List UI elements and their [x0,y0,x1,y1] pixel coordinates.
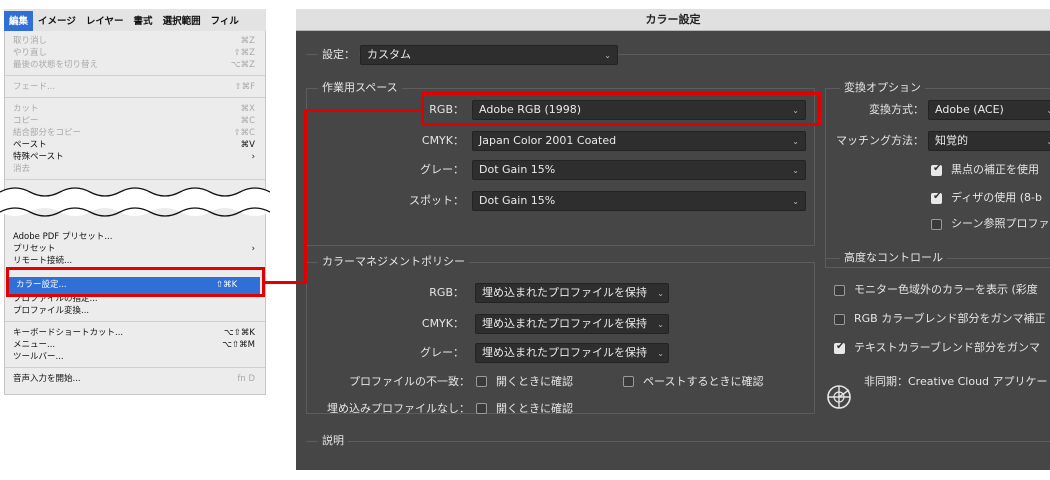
ws-cmyk-dropdown[interactable]: Japan Color 2001 Coated ⌄ [472,131,806,151]
menu-item-toggle-last-state[interactable]: 最後の状態を切り替え ⌥⌘Z [13,59,255,71]
app-menubar: 編集 イメージ レイヤー 書式 選択範囲 フィル [4,9,266,31]
dither-label: ディザの使用 (8-b [951,191,1042,204]
scene-referred-checkbox[interactable] [931,219,942,230]
blend-text-gamma-checkbox[interactable] [834,341,845,354]
missing-open-checkbox[interactable] [476,403,487,414]
menu-image[interactable]: イメージ [33,11,81,31]
description-title: 説明 [318,434,348,448]
callout-connector-horizontal-2 [304,109,424,112]
menu-layer[interactable]: レイヤー [81,11,129,31]
blend-rgb-gamma-checkbox[interactable] [834,314,845,325]
dialog-title: カラー設定 [645,13,701,26]
blend-rgb-gamma-label: RGB カラーブレンド部分をガンマ補正 [854,312,1046,325]
settings-dropdown[interactable]: カスタム ⌄ [360,45,618,65]
menu-item-adobe-pdf-presets[interactable]: Adobe PDF プリセット... [13,231,255,243]
callout-connector-horizontal-1 [265,281,307,284]
engine-label: 変換方式： [869,103,924,116]
settings-label: 設定： [318,45,359,65]
menu-item-paste[interactable]: ペースト ⌘V [13,139,255,151]
policy-rgb-label: RGB： [429,286,464,299]
ws-gray-dropdown[interactable]: Dot Gain 15% ⌄ [472,160,806,180]
scene-referred-label: シーン参照プロファ [951,217,1050,230]
menu-edit[interactable]: 編集 [4,11,34,31]
chevron-down-icon: ⌄ [657,349,664,358]
menu-filter[interactable]: フィル [206,11,244,31]
mismatch-open-label: 開くときに確認 [496,375,573,388]
advanced-controls-title: 高度なコントロール [840,251,947,265]
policy-rgb-dropdown[interactable]: 埋め込まれたプロファイルを保持 ⌄ [475,283,669,303]
menu-item-convert-profile[interactable]: プロファイル変換... [13,305,255,317]
menu-item-presets[interactable]: プリセット › [13,243,255,255]
policies-title: カラーマネジメントポリシー [318,255,469,269]
menu-item-toolbar[interactable]: ツールバー... [13,351,255,363]
chevron-down-icon: ⌄ [1046,101,1050,119]
menu-item-copy[interactable]: コピー ⌘C [13,115,255,127]
chevron-down-icon: ⌄ [604,51,611,60]
menu-separator [5,321,265,322]
sync-status-text: 非同期：Creative Cloud アプリケー [864,375,1048,388]
mismatch-paste-checkbox[interactable] [623,376,634,387]
menu-item-cut[interactable]: カット ⌘X [13,103,255,115]
callout-rgb-working-space [421,92,821,126]
chevron-down-icon: ⌄ [657,320,664,329]
dither-checkbox[interactable] [931,191,942,204]
intent-label: マッチング方法： [836,134,924,147]
sync-status-icon [827,385,851,409]
missing-open-label: 開くときに確認 [496,402,573,415]
mismatch-paste-label: ペーストするときに確認 [643,375,764,388]
ws-cmyk-label: CMYK： [421,134,464,147]
blend-text-gamma-label: テキストカラーブレンド部分をガンマ [854,341,1041,354]
desaturate-monitor-label: モニター色域外のカラーを表示 (彩度 [854,283,1038,296]
menu-separator [5,75,265,76]
menu-item-start-dictation[interactable]: 音声入力を開始... fn D [13,373,255,385]
chevron-down-icon: ⌄ [792,137,799,146]
policy-cmyk-label: CMYK： [421,317,464,330]
policy-gray-dropdown[interactable]: 埋め込まれたプロファイルを保持 ⌄ [475,343,669,363]
mismatch-label: プロファイルの不一致： [349,375,470,388]
engine-dropdown[interactable]: Adobe (ACE)⌄ [928,100,1050,120]
menu-separator [5,367,265,368]
chevron-down-icon: ⌄ [792,197,799,206]
menu-item-redo[interactable]: やり直し ⇧⌘Z [13,47,255,59]
ws-spot-dropdown[interactable]: Dot Gain 15% ⌄ [472,191,806,211]
callout-connector-vertical [304,109,307,284]
menu-separator [5,179,265,180]
menu-item-menus[interactable]: メニュー... ⌥⇧⌘M [13,339,255,351]
black-point-checkbox[interactable] [931,163,942,176]
working-spaces-title: 作業用スペース [318,81,402,95]
callout-menu-color-settings [6,267,265,297]
policy-gray-label: グレー： [420,346,464,359]
chevron-down-icon: ⌄ [657,289,664,298]
menu-tear-edge [0,187,270,217]
menu-type[interactable]: 書式 [129,11,158,31]
menu-separator [5,97,265,98]
menu-item-undo[interactable]: 取り消し ⌘Z [13,35,255,47]
chevron-down-icon: ⌄ [1046,132,1050,150]
description-rule [306,441,1050,442]
menu-item-clear[interactable]: 消去 [13,163,255,175]
menu-item-copy-merged[interactable]: 結合部分をコピー ⇧⌘C [13,127,255,139]
policy-cmyk-dropdown[interactable]: 埋め込まれたプロファイルを保持 ⌄ [475,314,669,334]
ws-spot-label: スポット： [409,194,464,207]
ws-gray-label: グレー： [420,163,464,176]
menu-item-paste-special[interactable]: 特殊ペースト › [13,151,255,163]
conversion-options-title: 変換オプション [840,81,925,95]
missing-profile-label: 埋め込みプロファイルなし： [327,402,470,415]
menu-item-keyboard-shortcuts[interactable]: キーボードショートカット... ⌥⇧⌘K [13,327,255,339]
menu-select[interactable]: 選択範囲 [158,11,206,31]
mismatch-open-checkbox[interactable] [476,376,487,387]
menu-item-remote-connections[interactable]: リモート接続... [13,255,255,267]
chevron-down-icon: ⌄ [792,166,799,175]
menu-item-fade[interactable]: フェード... ⇧⌘F [13,81,255,93]
intent-dropdown[interactable]: 知覚的⌄ [928,131,1050,151]
desaturate-monitor-checkbox[interactable] [834,285,845,296]
black-point-label: 黒点の補正を使用 [951,163,1039,176]
